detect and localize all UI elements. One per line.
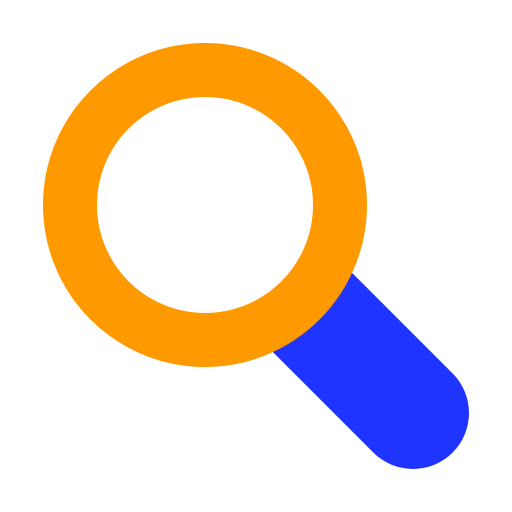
icon-canvas	[0, 0, 512, 512]
magnifier-lens	[43, 43, 367, 367]
search-icon	[43, 43, 469, 469]
